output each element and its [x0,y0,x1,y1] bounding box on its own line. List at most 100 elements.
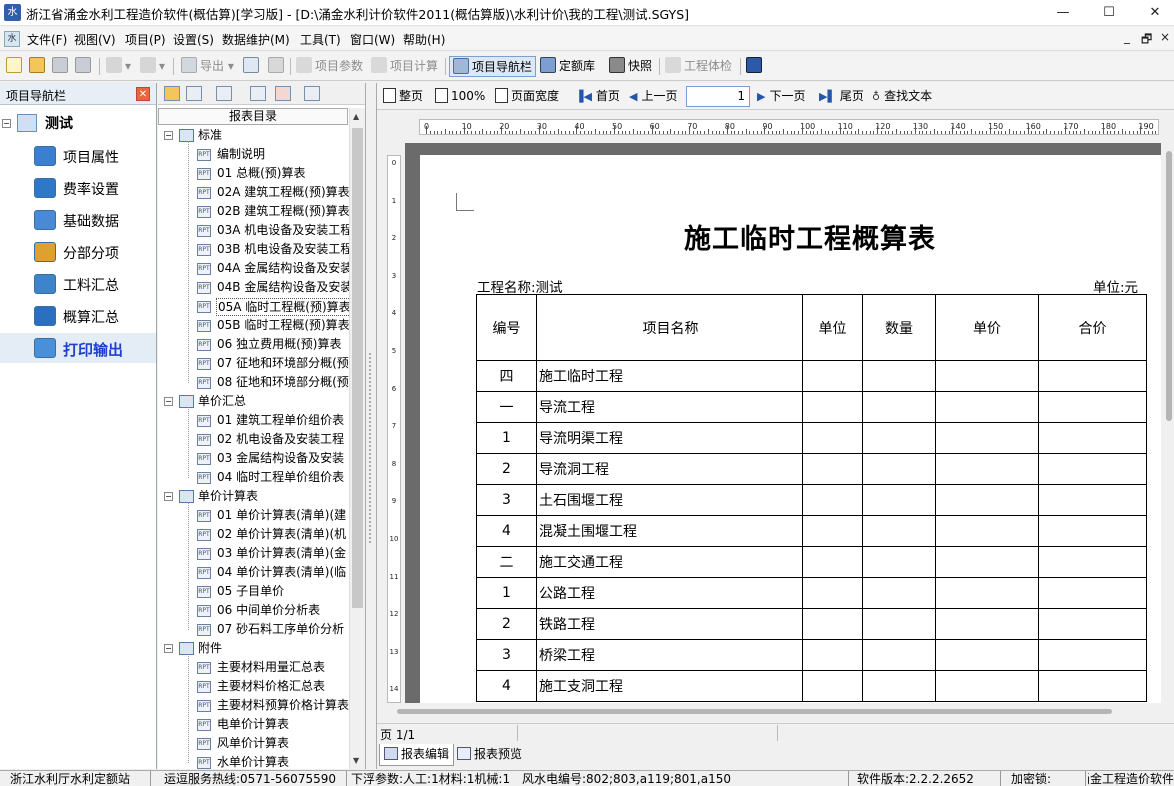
last-page-button[interactable]: ▶▌ 尾页 [819,88,864,105]
maximize-button[interactable]: ☐ [1086,0,1132,26]
nav-item-sub-items[interactable]: 分部分项 [0,237,156,267]
collapse-icon[interactable]: − [2,119,11,128]
open-folder-icon[interactable] [164,86,180,101]
ruler-label: 12 [389,610,399,619]
nav-item-estimate-summary[interactable]: 概算汇总 [0,301,156,331]
preview-horizontal-scrollbar[interactable] [377,705,1163,719]
minimize-button[interactable]: — [1040,0,1086,26]
import-report-icon[interactable] [304,86,320,101]
page-width-button[interactable]: 页面宽度 [495,88,559,105]
menu-file[interactable]: 文件(F) [27,31,67,48]
mdi-restore-button[interactable]: 🗗 [1141,30,1152,51]
scroll-thumb[interactable] [397,709,1112,714]
collapse-icon[interactable]: − [164,644,173,653]
ruler-tick [974,131,976,134]
menu-data-maintenance[interactable]: 数据维护(M) [222,31,290,48]
nav-item-print-output[interactable]: 打印输出 [0,333,156,363]
ruler-tick [512,131,514,134]
project-calc-button[interactable]: 项目计算 [371,56,438,77]
table-header-row: 编号 项目名称 单位 数量 单价 合价 [476,294,1147,361]
tree-link-icon[interactable] [243,56,262,77]
status-org: 浙江水利厅水利定额站 [10,772,131,786]
tab-report-edit[interactable]: 报表编辑 [379,744,455,766]
mdi-minimize-button[interactable]: _ [1124,30,1130,44]
project-check-button[interactable]: 工程体检 [665,56,732,77]
ruler-tick [1117,131,1119,134]
nav-item-material-summary[interactable]: 工料汇总 [0,269,156,299]
ruler-tick [565,131,567,134]
ruler-tick [508,131,510,134]
ruler-tick [463,126,465,134]
splitter-grip[interactable] [369,353,372,543]
menu-help[interactable]: 帮助(H) [403,31,445,48]
menu-window[interactable]: 窗口(W) [350,31,395,48]
fit-page-button[interactable]: 整页 [383,88,423,105]
quota-lib-button[interactable]: 定额库 [540,56,595,77]
tree-scrollbar[interactable]: ▲ ▼ [349,108,365,769]
scroll-down-icon[interactable]: ▼ [353,756,359,765]
project-nav-button[interactable]: 项目导航栏 [449,56,537,77]
ruler-tick [1099,131,1101,134]
scroll-up-icon[interactable]: ▲ [353,112,359,121]
nav-item-rate-settings[interactable]: 费率设置 [0,173,156,203]
zoom-100-button[interactable]: 100% [435,88,485,105]
nav-root-project[interactable]: − 测试 [2,113,73,133]
undo-icon[interactable]: ▾ [106,56,131,77]
delete-report-icon[interactable] [275,86,291,101]
snapshot-button[interactable]: 快照 [609,56,652,77]
quota-lib-label: 定额库 [559,59,596,73]
panel-splitter[interactable] [366,83,376,769]
next-page-button[interactable]: ▶ 下一页 [757,88,805,105]
ruler-tick [911,131,913,134]
ruler-tick [662,131,664,134]
material-summary-icon [34,274,56,294]
nav-item-base-data[interactable]: 基础数据 [0,205,156,235]
ruler-tick [1106,131,1108,134]
page-number-input[interactable]: 1 [686,86,750,107]
book-icon[interactable] [746,56,765,77]
tree-connector-line [188,141,189,383]
menu-project[interactable]: 项目(P) [125,31,166,48]
scroll-thumb[interactable] [1166,151,1172,421]
first-page-button[interactable]: ▐◀ 首页 [575,88,620,105]
nav-panel-close-icon[interactable]: ✕ [136,87,150,101]
save-icon[interactable] [52,56,71,77]
new-icon[interactable] [6,56,25,77]
mdi-document-icon[interactable]: 水 [4,31,20,47]
report-file-icon: RPT [197,548,211,560]
collapse-icon[interactable]: − [164,492,173,501]
ruler-tick [1080,131,1082,134]
collapse-icon[interactable]: − [164,131,173,140]
collapse-icon[interactable]: − [164,397,173,406]
find-text-button[interactable]: ♁ 查找文本 [872,88,932,105]
export-button[interactable]: 导出 ▾ [181,56,234,77]
ruler-tick [1076,131,1078,134]
tree-item-label: 02 单价计算表(清单)(机 [217,527,347,541]
menu-settings[interactable]: 设置(S) [173,31,214,48]
ruler-tick [452,131,454,134]
ruler-tick [1035,131,1037,134]
redo-icon[interactable]: ▾ [140,56,165,77]
menu-tools[interactable]: 工具(T) [300,31,341,48]
copy-report-icon[interactable] [250,86,266,101]
tree-item-label: 07 砂石料工序单价分析 [217,622,345,636]
ruler-tick [666,131,668,134]
scroll-thumb[interactable] [352,128,363,608]
open-icon[interactable] [29,56,48,77]
ruler-tick [835,131,837,134]
menu-view[interactable]: 视图(V) [74,31,116,48]
new-report-icon[interactable] [216,86,232,101]
prev-page-button[interactable]: ◀ 上一页 [629,88,677,105]
ruler-tick [734,131,736,134]
calculator-icon[interactable] [268,56,287,77]
tree-item-label: 06 独立费用概(预)算表 [217,337,342,351]
mdi-close-button[interactable]: × [1160,30,1170,44]
nav-item-project-properties[interactable]: 项目属性 [0,141,156,171]
save-report-icon[interactable] [186,86,202,101]
ruler-tick [726,126,728,134]
tab-report-preview[interactable]: 报表预览 [453,744,526,766]
project-params-button[interactable]: 项目参数 [296,56,363,77]
save-all-icon[interactable] [75,56,94,77]
close-button[interactable]: ✕ [1132,0,1174,26]
table-cell [862,670,936,702]
